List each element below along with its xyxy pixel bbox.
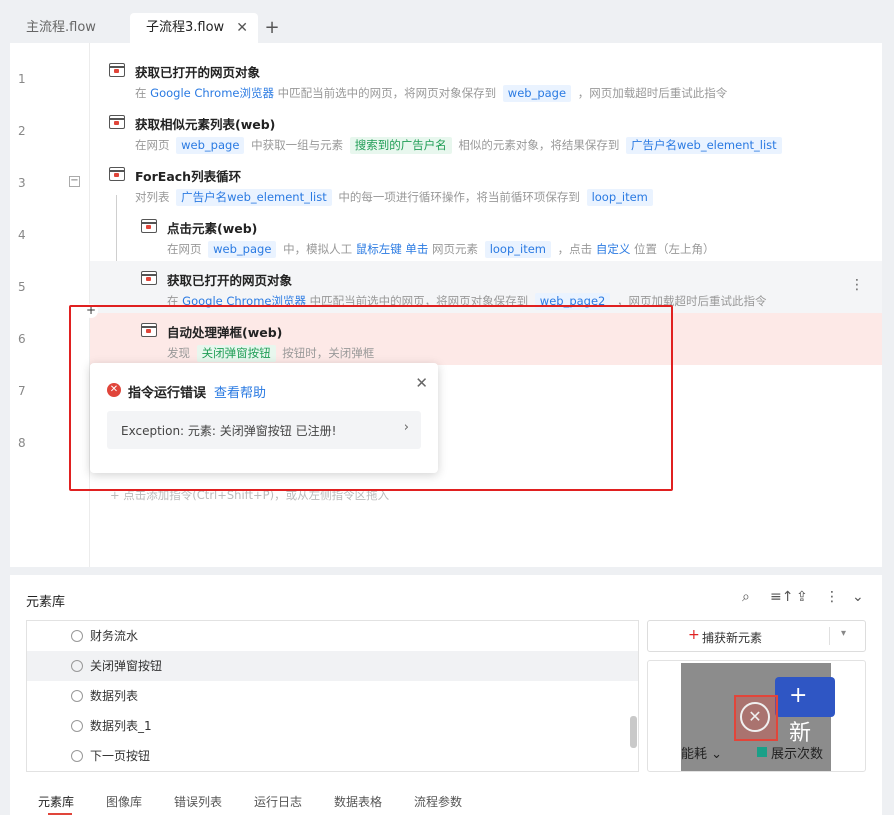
- close-popup-icon: ✕: [740, 702, 770, 732]
- list-item[interactable]: 财务流水: [27, 621, 638, 651]
- variable-chip[interactable]: web_page: [176, 137, 245, 154]
- capture-element-button[interactable]: + 捕获新元素 ▾: [647, 620, 866, 652]
- tab-label: 主流程.flow: [26, 20, 96, 35]
- divider: [829, 627, 830, 645]
- tab-bar: 主流程.flow 子流程3.flow ✕ +: [10, 5, 882, 43]
- element-preview: + 新 ✕ 能耗 ⌄ 展示次数: [647, 660, 866, 772]
- variable-chip[interactable]: web_page: [502, 85, 572, 102]
- element-list-icon: [109, 115, 125, 129]
- click-element-icon: [141, 219, 157, 233]
- add-tab-button[interactable]: +: [260, 13, 284, 43]
- browser-page-icon: [141, 271, 157, 285]
- command-row[interactable]: 获取相似元素列表(web) 在网页 web_page 中获取一组与元素 搜索到的…: [90, 105, 882, 157]
- upload-icon[interactable]: ⇪: [796, 589, 808, 605]
- web-element-icon: [71, 720, 83, 732]
- tab-subflow-3[interactable]: 子流程3.flow ✕: [130, 13, 258, 43]
- line-number: 4: [18, 228, 26, 242]
- loop-icon: [109, 167, 125, 181]
- variable-chip[interactable]: loop_item: [484, 241, 552, 258]
- collapse-loop-icon[interactable]: −: [69, 176, 80, 187]
- position-link[interactable]: 自定义: [596, 242, 631, 256]
- variable-chip[interactable]: loop_item: [586, 189, 653, 206]
- tab-element-library[interactable]: 元素库: [38, 793, 74, 810]
- web-element-icon: [71, 660, 83, 672]
- command-title: 点击元素(web): [167, 221, 258, 236]
- preview-text: 展示次数: [771, 747, 824, 762]
- flow-editor: 1 2 3 4 5 6 7 8 − 获取已打开的网页对象 在 Google Ch…: [10, 43, 882, 567]
- line-number: 1: [18, 72, 26, 86]
- list-item[interactable]: 数据列表: [27, 681, 638, 711]
- command-row[interactable]: ForEach列表循环 对列表 广告户名web_element_list 中的每…: [90, 157, 882, 209]
- close-tab-icon[interactable]: ✕: [236, 13, 248, 43]
- bottom-tabs: 元素库 图像库 错误列表 运行日志 数据表格 流程参数: [10, 783, 882, 815]
- command-title: ForEach列表循环: [135, 169, 242, 184]
- capture-label: 捕获新元素: [702, 631, 763, 645]
- element-list: 财务流水 关闭弹窗按钮 数据列表 数据列表_1 下一页按钮: [26, 620, 639, 772]
- line-number: 6: [18, 332, 26, 346]
- list-item[interactable]: 关闭弹窗按钮: [27, 651, 638, 681]
- more-options-icon[interactable]: ⋮: [850, 277, 864, 293]
- sort-icon[interactable]: ≡↑: [770, 589, 793, 605]
- plus-icon: +: [688, 627, 700, 643]
- tab-data-table[interactable]: 数据表格: [334, 793, 382, 810]
- panel-title: 元素库: [26, 595, 66, 610]
- command-description: 对列表 广告户名web_element_list 中的每一项进行循环操作，将当前…: [135, 189, 656, 206]
- web-element-icon: [71, 690, 83, 702]
- command-row[interactable]: 点击元素(web) 在网页 web_page 中，模拟人工 鼠标左键 单击 网页…: [90, 209, 882, 261]
- list-item[interactable]: 下一页按钮: [27, 741, 638, 771]
- more-options-icon[interactable]: ⋮: [825, 589, 839, 605]
- line-number: 3: [18, 176, 26, 190]
- search-icon[interactable]: ⌕: [742, 589, 750, 605]
- variable-chip[interactable]: 广告户名web_element_list: [176, 189, 332, 206]
- command-title: 获取相似元素列表(web): [135, 117, 276, 132]
- tab-run-log[interactable]: 运行日志: [254, 793, 302, 810]
- variable-chip[interactable]: web_page: [208, 241, 277, 258]
- tab-main-flow[interactable]: 主流程.flow: [10, 13, 130, 43]
- tab-label: 子流程3.flow: [146, 20, 225, 35]
- web-element-icon: [71, 750, 83, 762]
- tab-error-list[interactable]: 错误列表: [174, 793, 222, 810]
- line-number: 5: [18, 280, 26, 294]
- tab-image-library[interactable]: 图像库: [106, 793, 142, 810]
- line-number: 8: [18, 436, 26, 450]
- scrollbar-thumb[interactable]: [630, 716, 637, 748]
- command-row[interactable]: 获取已打开的网页对象 在 Google Chrome浏览器 中匹配当前选中的网页…: [90, 53, 882, 105]
- browser-link[interactable]: Google Chrome浏览器: [150, 86, 274, 100]
- command-description: 在 Google Chrome浏览器 中匹配当前选中的网页，将网页对象保存到 w…: [135, 85, 728, 102]
- command-description: 在网页 web_page 中，模拟人工 鼠标左键 单击 网页元素 loop_it…: [167, 241, 715, 258]
- mouse-button-link[interactable]: 鼠标左键: [356, 242, 402, 256]
- dropdown-arrow-icon[interactable]: ▾: [841, 628, 846, 639]
- command-title: 获取已打开的网页对象: [167, 273, 293, 288]
- command-title: 获取已打开的网页对象: [135, 65, 261, 80]
- click-type-link[interactable]: 单击: [405, 242, 428, 256]
- web-element-icon: [71, 630, 83, 642]
- element-chip[interactable]: 搜索到的广告户名: [349, 137, 452, 154]
- list-item[interactable]: 数据列表_1: [27, 711, 638, 741]
- preview-screenshot: + 新 ✕ 能耗 ⌄ 展示次数: [681, 663, 835, 771]
- element-library-panel: 元素库 ⌕ ≡↑ ⇪ ⋮ ⌄ 财务流水 关闭弹窗按钮 数据列表 数据列表_1 下…: [10, 575, 882, 815]
- legend-square: [757, 747, 767, 757]
- tab-flow-params[interactable]: 流程参数: [414, 793, 462, 810]
- line-number: 7: [18, 384, 26, 398]
- highlight-annotation-box: [69, 305, 673, 491]
- line-number: 2: [18, 124, 26, 138]
- variable-chip[interactable]: 广告户名web_element_list: [626, 137, 782, 154]
- preview-blue-button: + 新: [775, 677, 835, 746]
- preview-text: 能耗 ⌄: [681, 747, 723, 762]
- chevron-down-icon[interactable]: ⌄: [852, 589, 864, 605]
- browser-page-icon: [109, 63, 125, 77]
- command-description: 在网页 web_page 中获取一组与元素 搜索到的广告户名 相似的元素对象，将…: [135, 137, 785, 154]
